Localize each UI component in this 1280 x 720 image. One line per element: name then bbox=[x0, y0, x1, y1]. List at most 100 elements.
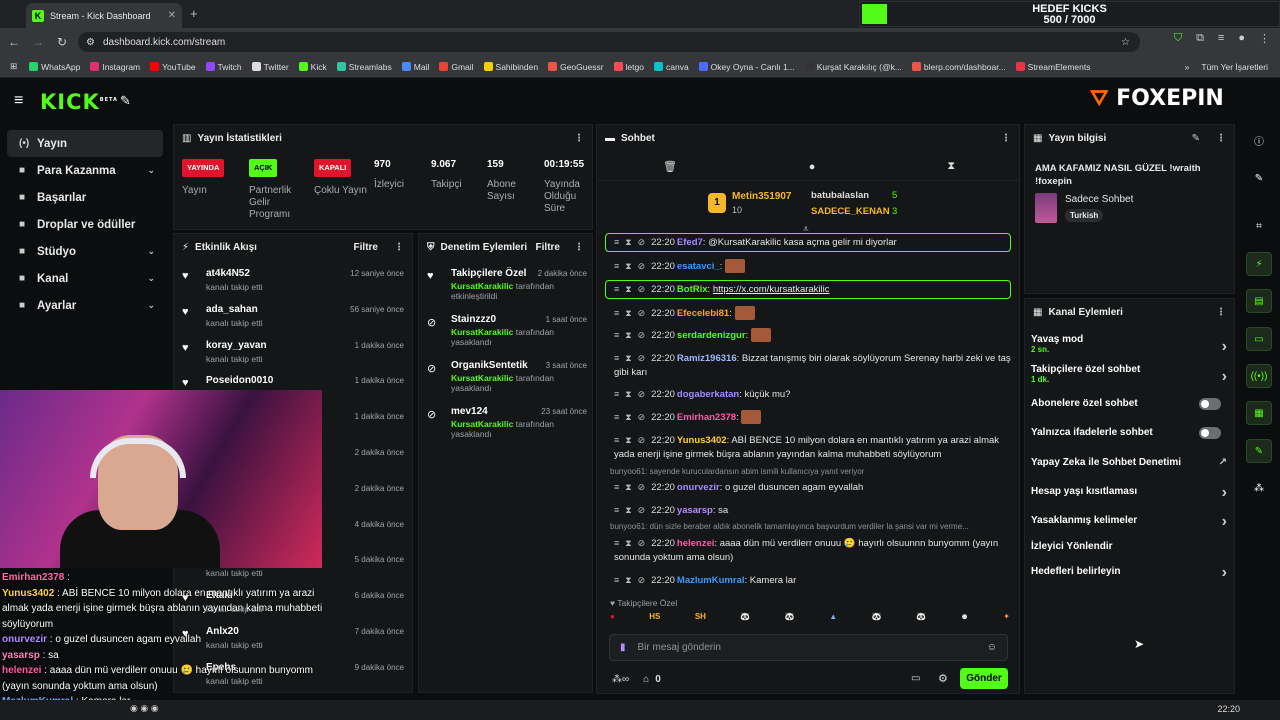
chat-message[interactable]: ≡ ⧗ ⊘ 22:20 Emirhan2378: bbox=[614, 410, 1012, 425]
channel-action-item[interactable]: Abonelere özel sohbet bbox=[1031, 398, 1227, 418]
bookmark-item[interactable]: StreamElements bbox=[1015, 62, 1091, 72]
pin-icon[interactable]: ≡ bbox=[614, 237, 619, 247]
chat-message[interactable]: ≡ ⧗ ⊘ 22:20 Efed7: @KursatKarakilic kasa açm… bbox=[605, 233, 1011, 252]
activity-menu-icon[interactable]: ⋮ bbox=[394, 242, 404, 253]
bookmark-star-icon[interactable]: ☆ bbox=[1121, 37, 1130, 48]
infinity-icon[interactable]: ⁂∞ bbox=[612, 674, 629, 685]
message-username[interactable]: onurvezir bbox=[677, 482, 720, 493]
reply-context[interactable]: bunyoo61: sayende kuruculardansın abim i… bbox=[610, 467, 864, 476]
activity-username[interactable]: ada_sahan bbox=[206, 304, 258, 315]
sidebar-item-3[interactable]: ■ Droplar ve ödüller bbox=[7, 211, 163, 238]
bookmark-item[interactable]: Twitch bbox=[205, 62, 242, 72]
bookmark-item[interactable]: Streamlabs bbox=[336, 62, 392, 72]
bookmark-item[interactable]: blerp.com/dashboar... bbox=[911, 62, 1006, 72]
sidebar-item-5[interactable]: ■ Kanal ⌄ bbox=[7, 265, 163, 292]
moderation-target[interactable]: Stainzzz0 bbox=[451, 314, 496, 325]
hamburger-menu-icon[interactable]: ≡ bbox=[14, 92, 23, 110]
broadcast-icon[interactable]: ((•)) bbox=[1246, 364, 1272, 388]
moderator-name[interactable]: KursatKarakilic bbox=[451, 419, 513, 429]
bookmark-item[interactable]: WhatsApp bbox=[29, 62, 80, 72]
ban-icon[interactable]: ⊘ bbox=[638, 389, 646, 399]
ban-icon[interactable]: ⊘ bbox=[638, 237, 646, 247]
store-icon[interactable]: ⌂ bbox=[643, 674, 649, 685]
channel-action-item[interactable]: Takipçilere özel sohbet 1 dk. › bbox=[1031, 364, 1227, 385]
chat-message[interactable]: ≡ ⧗ ⊘ 22:20 BotRix: https://x.com/kursatkara… bbox=[605, 280, 1011, 299]
pin-icon[interactable]: ≡ bbox=[614, 575, 619, 585]
ban-icon[interactable]: ⊘ bbox=[638, 353, 646, 363]
close-tab-icon[interactable]: ✕ bbox=[168, 10, 176, 21]
ban-icon[interactable]: ⊘ bbox=[638, 284, 646, 294]
chat-message[interactable]: ≡ ⧗ ⊘ 22:20 esatavci_: bbox=[614, 259, 1012, 274]
bookmark-item[interactable]: Sahibinden bbox=[483, 62, 538, 72]
activity-username[interactable]: koray_yavan bbox=[206, 340, 267, 351]
stats-menu-icon[interactable]: ⋮ bbox=[574, 133, 584, 144]
toggle-switch[interactable] bbox=[1199, 398, 1221, 410]
message-username[interactable]: Efecelebi81 bbox=[677, 308, 729, 319]
leader-1-name[interactable]: Metin351907 bbox=[732, 191, 791, 202]
quick-emote-icon[interactable]: 🐼 bbox=[740, 612, 750, 628]
pin-icon[interactable]: ≡ bbox=[614, 435, 619, 445]
pin-icon[interactable]: ≡ bbox=[614, 353, 619, 363]
emoji-icon[interactable]: ☺ bbox=[987, 642, 997, 653]
hourglass-icon[interactable]: ⧗ bbox=[947, 160, 955, 173]
quick-emote-icon[interactable]: SH bbox=[695, 612, 706, 628]
chat-input[interactable]: ▮ Bir mesaj gönderin ☺ bbox=[609, 634, 1008, 661]
quick-emote-icon[interactable]: 🐼 bbox=[785, 612, 795, 628]
pin-icon[interactable]: ≡ bbox=[614, 505, 619, 515]
pin-icon[interactable]: ≡ bbox=[614, 330, 619, 340]
doc-icon[interactable]: ▤ bbox=[1246, 289, 1272, 313]
menu-list-icon[interactable]: ≡ bbox=[1218, 32, 1224, 45]
channel-action-item[interactable]: Yalnızca ifadelerle sohbet bbox=[1031, 427, 1227, 447]
message-username[interactable]: Efed7 bbox=[677, 237, 703, 248]
chat-icon[interactable]: ▭ bbox=[1246, 327, 1272, 351]
channel-action-item[interactable]: İzleyici Yönlendir bbox=[1031, 541, 1227, 561]
pin-icon[interactable]: ≡ bbox=[614, 389, 619, 399]
sidebar-item-2[interactable]: ■ Başarılar bbox=[7, 184, 163, 211]
bolt-icon[interactable]: ⚡ bbox=[1246, 252, 1272, 276]
quick-emote-icon[interactable]: 🐼 bbox=[916, 612, 926, 628]
edit-icon[interactable]: ✎ bbox=[1192, 133, 1200, 144]
timeout-icon[interactable]: ⧗ bbox=[625, 330, 631, 340]
activity-filter[interactable]: Filtre bbox=[354, 242, 378, 253]
quick-emote-icon[interactable]: ☻ bbox=[960, 612, 968, 628]
ban-icon[interactable]: ⊘ bbox=[638, 482, 646, 492]
ban-icon[interactable]: ⊘ bbox=[638, 308, 646, 318]
bookmark-item[interactable]: YouTube bbox=[150, 62, 196, 72]
bookmark-item[interactable]: GeoGuessr bbox=[548, 62, 604, 72]
moderation-target[interactable]: Takipçilere Özel bbox=[451, 268, 526, 279]
bookmark-item[interactable]: Mail bbox=[401, 62, 429, 72]
pin-icon[interactable]: ≡ bbox=[614, 284, 619, 294]
nodes-icon[interactable]: ⁂ bbox=[1246, 476, 1272, 500]
channel-action-item[interactable]: Hedefleri belirleyin › bbox=[1031, 564, 1227, 586]
chat-message[interactable]: ≡ ⧗ ⊘ 22:20 Yunus3402: ABİ BENCE 10 milyon d… bbox=[614, 433, 1012, 462]
message-username[interactable]: Yunus3402 bbox=[677, 435, 727, 446]
chat-message[interactable]: ≡ ⧗ ⊘ 22:20 MazlumKumral: Kamera lar bbox=[614, 573, 1012, 588]
chat-message[interactable]: ≡ ⧗ ⊘ 22:20 Ramiz196316: Bizzat tanışmış bir… bbox=[614, 351, 1012, 380]
activity-username[interactable]: Poseidon0010 bbox=[206, 375, 273, 386]
extensions-icon[interactable]: ⧉ bbox=[1196, 32, 1204, 45]
message-username[interactable]: helenzei bbox=[677, 538, 715, 549]
timeout-icon[interactable]: ⧗ bbox=[625, 538, 631, 548]
ban-icon[interactable]: ⊘ bbox=[638, 412, 646, 422]
pin-icon[interactable]: ≡ bbox=[614, 412, 619, 422]
pin-icon[interactable]: ≡ bbox=[614, 261, 619, 271]
chat-message[interactable]: ≡ ⧗ ⊘ 22:20 Efecelebi81: bbox=[614, 306, 1012, 321]
bookmark-item[interactable]: Kick bbox=[298, 62, 327, 72]
crop-icon[interactable]: ⌗ bbox=[1246, 214, 1272, 238]
timeout-icon[interactable]: ⧗ bbox=[625, 505, 631, 515]
ban-icon[interactable]: ⊘ bbox=[638, 261, 646, 271]
timeout-icon[interactable]: ⧗ bbox=[625, 389, 631, 399]
activity-username[interactable]: at4k4N52 bbox=[206, 268, 250, 279]
sidebar-item-4[interactable]: ■ Stüdyo ⌄ bbox=[7, 238, 163, 265]
profile-avatar[interactable]: ● bbox=[1238, 32, 1245, 45]
back-icon[interactable]: ← bbox=[4, 35, 24, 49]
wrench-icon[interactable]: ✎ bbox=[1246, 439, 1272, 463]
sidebar-item-0[interactable]: (•) Yayın bbox=[7, 130, 163, 157]
moderation-filter[interactable]: Filtre bbox=[536, 242, 560, 253]
timeout-icon[interactable]: ⧗ bbox=[625, 353, 631, 363]
chat-menu-icon[interactable]: ⋮ bbox=[1001, 133, 1011, 144]
pin-icon[interactable]: ≡ bbox=[614, 482, 619, 492]
chat-message[interactable]: ≡ ⧗ ⊘ 22:20 onurvezir: o guzel dusuncen agam… bbox=[614, 480, 1012, 495]
ban-icon[interactable]: ⊘ bbox=[638, 575, 646, 585]
shield-icon[interactable]: ⛉ bbox=[1174, 32, 1182, 45]
